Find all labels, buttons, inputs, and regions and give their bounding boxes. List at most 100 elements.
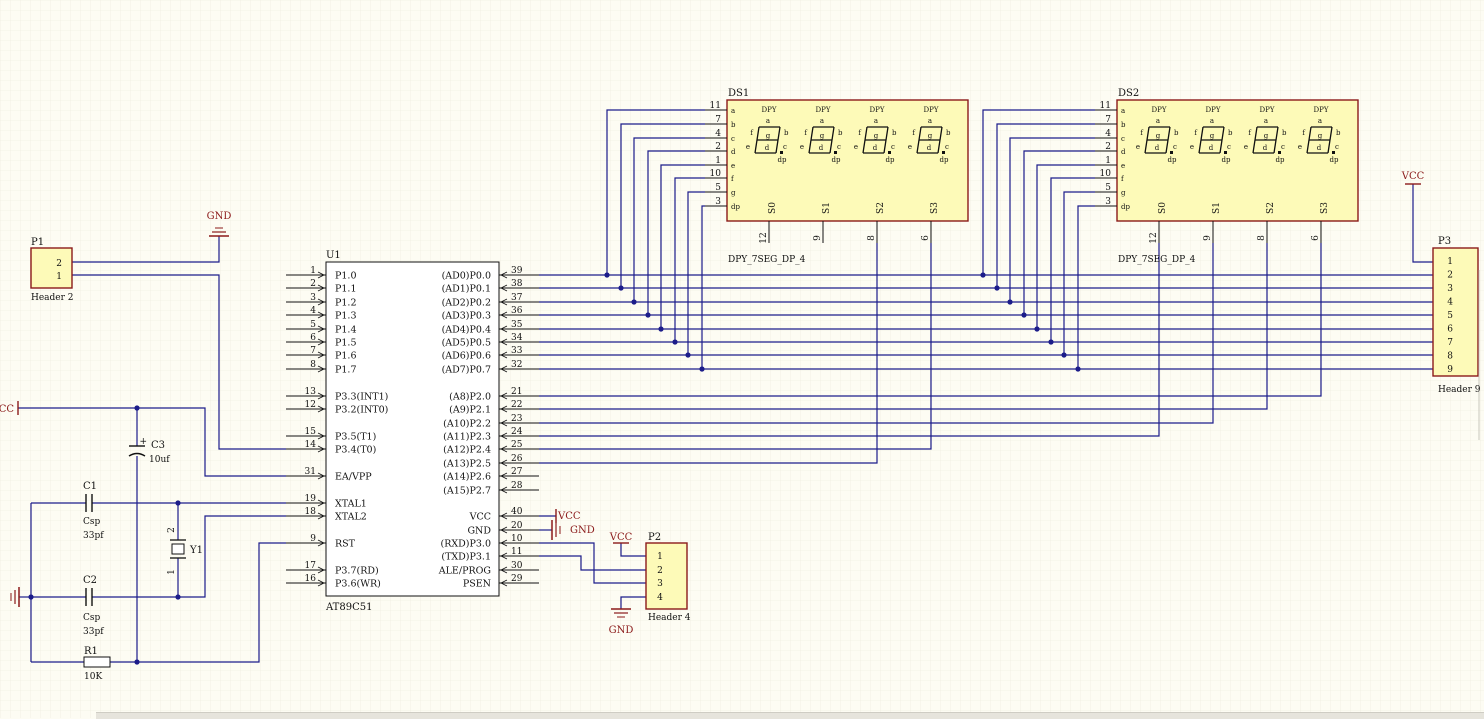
mcu-pin-number: 28 [511, 481, 523, 491]
segment-letter: b [1336, 129, 1341, 137]
header-pin-number: 3 [657, 579, 663, 589]
segment-letter: a [1264, 117, 1268, 125]
mcu-pin-number: 22 [511, 400, 522, 410]
y1-body [171, 543, 185, 555]
junction-dot [175, 594, 181, 600]
segment-letter: dp [1168, 156, 1177, 164]
digit-select-label: S1 [1212, 202, 1222, 214]
digit-title: DPY [1314, 106, 1329, 114]
mcu-pin-label: (A14)P2.6 [443, 472, 491, 483]
segment-letter: b [784, 129, 789, 137]
display-pin-number: 3 [1105, 197, 1111, 207]
digit-title: DPY [1260, 106, 1275, 114]
mcu-pin-label: P1.3 [335, 311, 357, 322]
vcc-p3-label: VCC [1401, 171, 1425, 182]
header-pin-number: 6 [1447, 325, 1453, 335]
mcu-pin-label: P3.6(WR) [335, 579, 381, 590]
mcu-pin-number: 15 [305, 427, 317, 437]
header-pin-number: 1 [657, 552, 663, 562]
segment-letter: a [1318, 117, 1322, 125]
display-seg-label: g [1121, 189, 1126, 197]
mcu-pin-label: (A8)P2.0 [449, 392, 491, 403]
display-pin-number: 11 [1100, 101, 1111, 111]
mcu-pin-number: 30 [511, 561, 523, 571]
c2-comment: Csp [83, 613, 101, 623]
segment-letter: b [1174, 129, 1179, 137]
mcu-pin-label: (A13)P2.5 [443, 459, 491, 470]
digit-pin-number: 9 [813, 235, 823, 241]
mcu-pin-number: 40 [511, 507, 523, 517]
r1-designator: R1 [84, 646, 98, 657]
mcu-pin-number: 17 [305, 561, 317, 571]
segment-letter: g [1264, 132, 1269, 140]
vcc-p2-label: VCC [609, 532, 633, 543]
mcu-pin-number: 26 [511, 454, 523, 464]
junction-dot [28, 594, 34, 600]
mcu-pin-number: 8 [310, 360, 316, 370]
segment-letter: d [765, 144, 770, 152]
mcu-pin-number: 7 [310, 346, 316, 356]
mcu-pin-number: 27 [511, 467, 523, 477]
digit-title: DPY [816, 106, 831, 114]
junction-dot [631, 299, 637, 305]
segment-letter: e [1136, 143, 1140, 151]
display-pin-number: 5 [715, 183, 721, 193]
display-pin-number: 1 [1105, 156, 1111, 166]
mcu-pin-number: 2 [310, 279, 316, 289]
junction-dot [994, 285, 1000, 291]
junction-dot [618, 285, 624, 291]
junction-dot [685, 352, 691, 358]
mcu-pin-number: 6 [310, 333, 316, 343]
mcu-pin-label: (A12)P2.4 [443, 445, 491, 456]
digit-pin-number: 8 [867, 235, 877, 241]
mcu-pin-number: 33 [511, 346, 523, 356]
r1-value: 10K [84, 672, 102, 682]
c2-designator: C2 [83, 575, 97, 586]
segment-letter: dp [832, 156, 841, 164]
display-pin-number: 4 [1105, 129, 1111, 139]
mcu-pin-number: 36 [511, 306, 523, 316]
segment-letter: dp [886, 156, 895, 164]
display-pin-number: 1 [715, 156, 721, 166]
mcu-pin-label: VCC [469, 512, 491, 523]
segment-letter: d [1209, 144, 1214, 152]
header-pin-number: 5 [1447, 311, 1453, 321]
header-p2-comment: Header 4 [648, 613, 691, 623]
digit-pin-number: 9 [1203, 235, 1213, 241]
mcu-pin-number: 3 [310, 293, 316, 303]
mcu-pin-label: P3.2(INT0) [335, 405, 388, 416]
segment-letter: b [838, 129, 843, 137]
mcu-pin-number: 32 [511, 360, 522, 370]
y1-designator: Y1 [189, 545, 203, 556]
digit-title: DPY [1152, 106, 1167, 114]
mcu-pin-label: P3.4(T0) [335, 445, 376, 456]
segment-letter: c [1227, 143, 1231, 151]
display-part-name: DPY_7SEG_DP_4 [728, 255, 806, 265]
display-seg-label: dp [731, 203, 740, 211]
segment-letter: b [1282, 129, 1287, 137]
display-designator: DS1 [728, 88, 749, 99]
mcu-pin-label: (TXD)P3.1 [441, 552, 491, 563]
display-seg-label: e [731, 162, 735, 170]
junction-dot [1034, 326, 1040, 332]
header-pin-number: 1 [1447, 257, 1453, 267]
mcu-pin-label: RST [335, 539, 356, 550]
digit-select-label: S2 [1266, 202, 1276, 214]
junction-dot [699, 366, 705, 372]
display-pin-number: 10 [710, 169, 722, 179]
mcu-pin-number: 21 [511, 387, 522, 397]
segment-letter: d [927, 144, 932, 152]
c1-designator: C1 [83, 481, 97, 492]
c2-value: 33pf [83, 627, 104, 637]
mcu-pin-label: GND [467, 526, 491, 537]
segment-letter: g [820, 132, 825, 140]
gnd-top-label: GND [207, 211, 232, 222]
header-p1-comment: Header 2 [31, 293, 74, 303]
segment-letter: e [746, 143, 750, 151]
mcu-pin-number: 16 [305, 574, 317, 584]
segment-letter: e [800, 143, 804, 151]
segment-letter: dp [1222, 156, 1231, 164]
segment-letter: e [908, 143, 912, 151]
mcu-pin-number: 38 [511, 279, 523, 289]
segment-letter: a [1210, 117, 1214, 125]
